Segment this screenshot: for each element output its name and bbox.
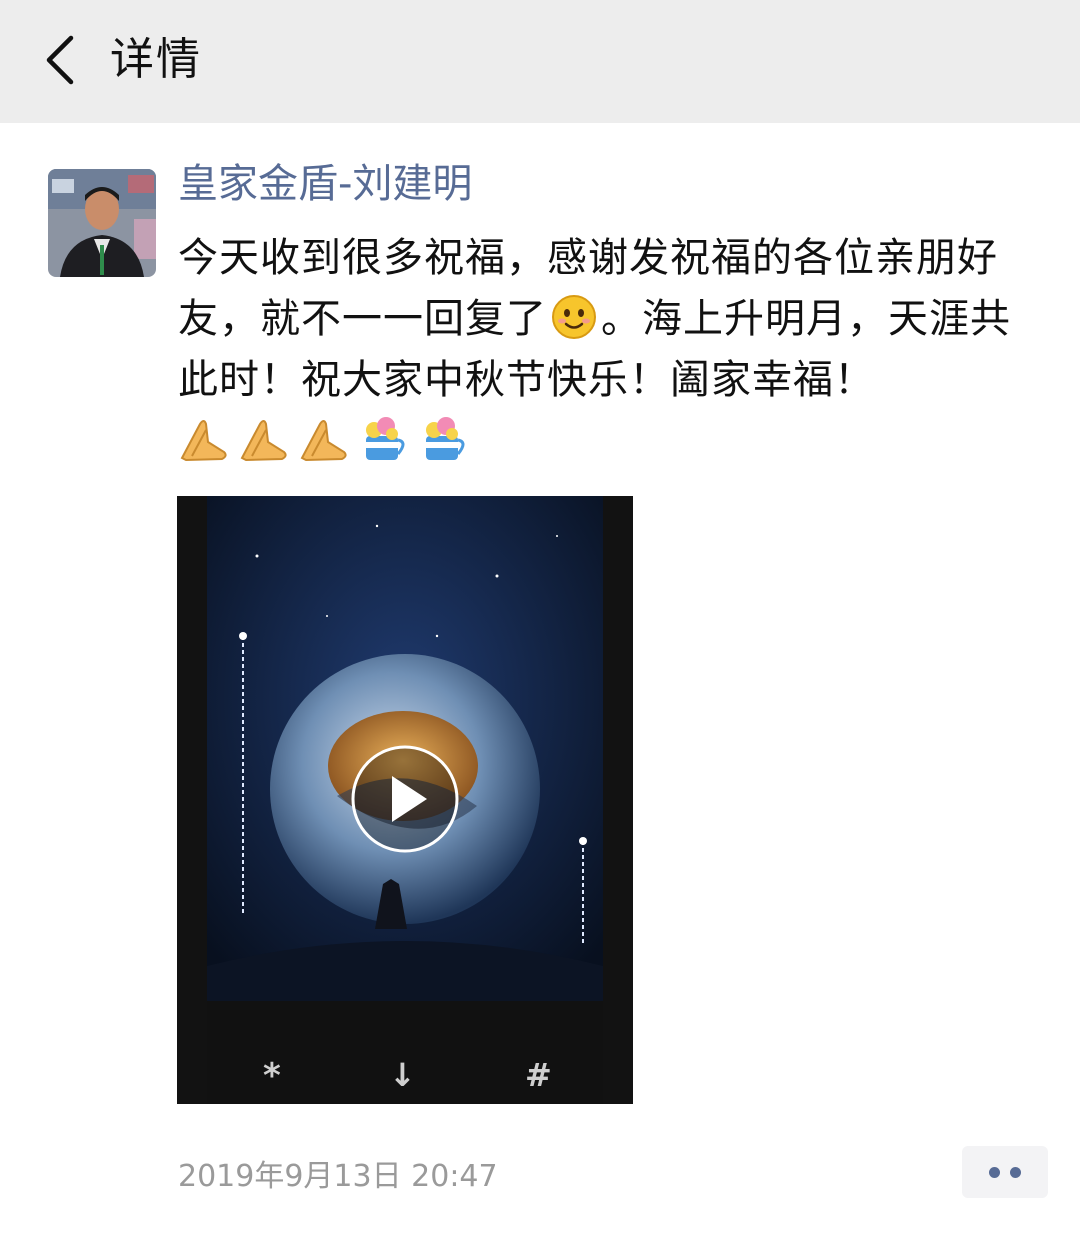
- more-dots-icon: [989, 1166, 1000, 1178]
- emoji-row: [178, 412, 470, 464]
- back-button[interactable]: [30, 28, 90, 92]
- post-timestamp: 2019年9月13日 20:47: [178, 1159, 498, 1194]
- video-control-hash: #: [525, 1056, 552, 1094]
- cake-emoji-icon: [418, 412, 470, 464]
- more-actions-button[interactable]: [962, 1146, 1048, 1198]
- pray-emoji-icon: [298, 412, 350, 464]
- video-control-down: ↓: [389, 1056, 416, 1094]
- page-title: 详情: [110, 34, 202, 85]
- pray-emoji-icon: [178, 412, 230, 464]
- cake-emoji-icon: [358, 412, 410, 464]
- author-name[interactable]: 皇家金盾-刘建明: [178, 156, 472, 212]
- smile-emoji-icon: [551, 294, 597, 340]
- avatar[interactable]: [48, 169, 156, 277]
- more-dots-icon: [1010, 1166, 1021, 1178]
- video-control-star: *: [263, 1056, 281, 1096]
- top-nav-bar: 详情: [0, 0, 1080, 123]
- video-thumbnail[interactable]: * ↓ #: [177, 496, 633, 1104]
- chevron-left-icon: [46, 35, 74, 85]
- post-text: 今天收到很多祝福，感谢发祝福的各位亲朋好友，就不一一回复了 。海上升明月，天涯共…: [178, 228, 1048, 411]
- pray-emoji-icon: [238, 412, 290, 464]
